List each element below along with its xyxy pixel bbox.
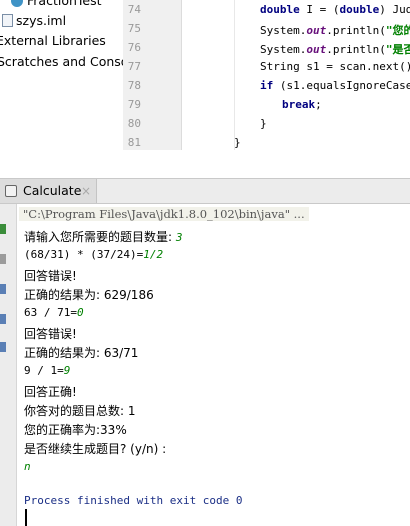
console-line: (68/31) * (37/24)=1/2 [24,248,164,261]
tree-item-external-libraries[interactable]: External Libraries [0,31,106,51]
console-line: 回答错误! [24,327,77,341]
run-tab-label: Calculate [23,183,82,198]
code-line-74: double I = (double) Jud [260,3,410,16]
code-editor[interactable]: double I = (double) Jud System.out.print… [182,0,410,150]
console-exit-message: Process finished with exit code 0 [24,494,243,507]
close-icon[interactable]: × [81,179,91,203]
code-line-79: break; [282,98,322,111]
console-line: 是否继续生成题目? (y/n) : [24,442,167,456]
console-line: 回答错误! [24,269,77,283]
text-caret [25,509,27,526]
line-number-gutter: 74 75 76 77 78 79 80 81 [123,0,182,150]
console-line: 回答正确! [24,385,77,399]
line-number: 81 [127,136,141,149]
restore-layout-icon[interactable] [0,284,6,294]
line-number: 80 [127,117,141,130]
pin-icon[interactable] [0,314,6,324]
line-number: 75 [127,22,141,35]
console-line: n [24,460,31,473]
console-line: 9 / 1=9 [24,364,71,377]
console-icon [5,185,17,197]
code-line-81: } [234,136,241,149]
run-toolbar [0,204,17,526]
top-area: FractionTest szys.iml External Libraries… [0,0,410,178]
console-command-line: "C:\Program Files\Java\jdk1.8.0_102\bin\… [19,207,309,221]
console-line: 63 / 71=0 [24,306,84,319]
line-number: 76 [127,41,141,54]
indent-guide [234,0,235,150]
print-icon[interactable] [0,342,6,352]
code-line-75: System.out.println("您的 [260,24,410,37]
code-line-80: } [260,117,267,130]
console-line: 正确的结果为: 629/186 [24,288,154,302]
tree-item-label: FractionTest [27,0,102,8]
editor-empty-area [123,150,410,178]
line-number: 78 [127,79,141,92]
console-line: 你答对的题目总数: 1 [24,404,136,418]
run-tab-calculate[interactable]: Calculate × [0,179,97,203]
stop-icon[interactable] [0,254,6,264]
code-line-77: String s1 = scan.next(); [260,60,410,73]
code-line-76: System.out.println("是否继 [260,43,410,56]
project-tree: FractionTest szys.iml External Libraries… [0,0,146,178]
run-panel-header: Calculate × [0,178,410,204]
tree-item-szys-iml[interactable]: szys.iml [0,11,66,31]
line-number: 74 [127,3,141,16]
console-output[interactable]: "C:\Program Files\Java\jdk1.8.0_102\bin\… [17,204,410,526]
rerun-icon[interactable] [0,224,6,234]
line-number: 79 [127,98,141,111]
code-line-78: if (s1.equalsIgnoreCase( [260,79,410,92]
tree-item-label: szys.iml [16,13,67,28]
console-line: 请输入您所需要的题目数量: 3 [24,230,183,244]
console-line: 正确的结果为: 63/71 [24,346,139,360]
line-number: 77 [127,60,141,73]
class-icon [11,0,23,7]
file-icon [2,14,13,27]
tree-item-label: External Libraries [0,33,106,48]
console-line: 您的正确率为:33% [24,423,127,437]
tree-item-fractiontest[interactable]: FractionTest [11,0,102,11]
